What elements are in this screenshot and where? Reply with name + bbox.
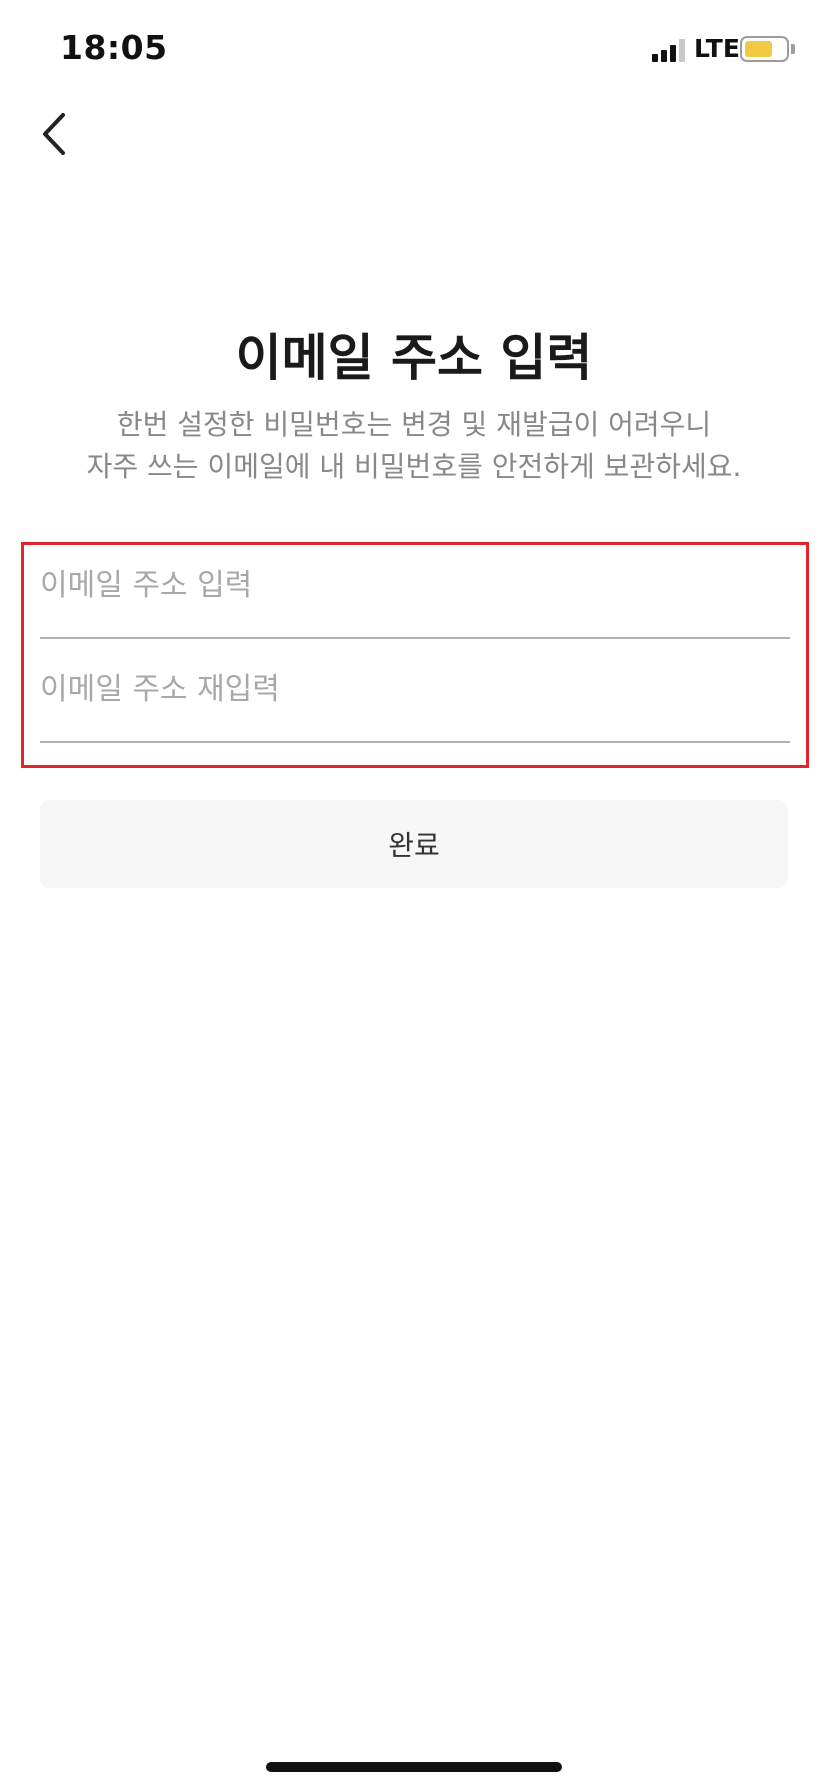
- status-time: 18:05: [60, 28, 168, 67]
- battery-icon: [740, 36, 789, 62]
- back-button[interactable]: [26, 104, 82, 164]
- subtitle-line-2: 자주 쓰는 이메일에 내 비밀번호를 안전하게 보관하세요.: [86, 450, 742, 483]
- email-confirm-input[interactable]: [40, 649, 790, 741]
- battery-tip: [791, 44, 795, 54]
- email-confirm-field-wrapper: [40, 649, 790, 743]
- complete-button[interactable]: 완료: [40, 800, 788, 888]
- battery-level: [745, 41, 773, 57]
- email-field-wrapper: [40, 545, 790, 639]
- status-bar: 18:05 LTE: [0, 0, 828, 100]
- email-field-group: [21, 542, 809, 768]
- chevron-left-icon: [43, 113, 65, 155]
- cellular-signal-icon: [652, 38, 688, 62]
- home-indicator[interactable]: [266, 1762, 562, 1772]
- page-subtitle: 한번 설정한 비밀번호는 변경 및 재발급이 어려우니 자주 쓰는 이메일에 내…: [0, 404, 828, 488]
- page-title: 이메일 주소 입력: [235, 329, 593, 387]
- email-input[interactable]: [40, 545, 790, 637]
- network-type-label: LTE: [694, 34, 740, 63]
- subtitle-line-1: 한번 설정한 비밀번호는 변경 및 재발급이 어려우니: [116, 408, 712, 441]
- email-entry-screen: 18:05 LTE 이메일 주소 입력 한번 설정한 비밀번호는 변경 및 재발…: [0, 0, 828, 1792]
